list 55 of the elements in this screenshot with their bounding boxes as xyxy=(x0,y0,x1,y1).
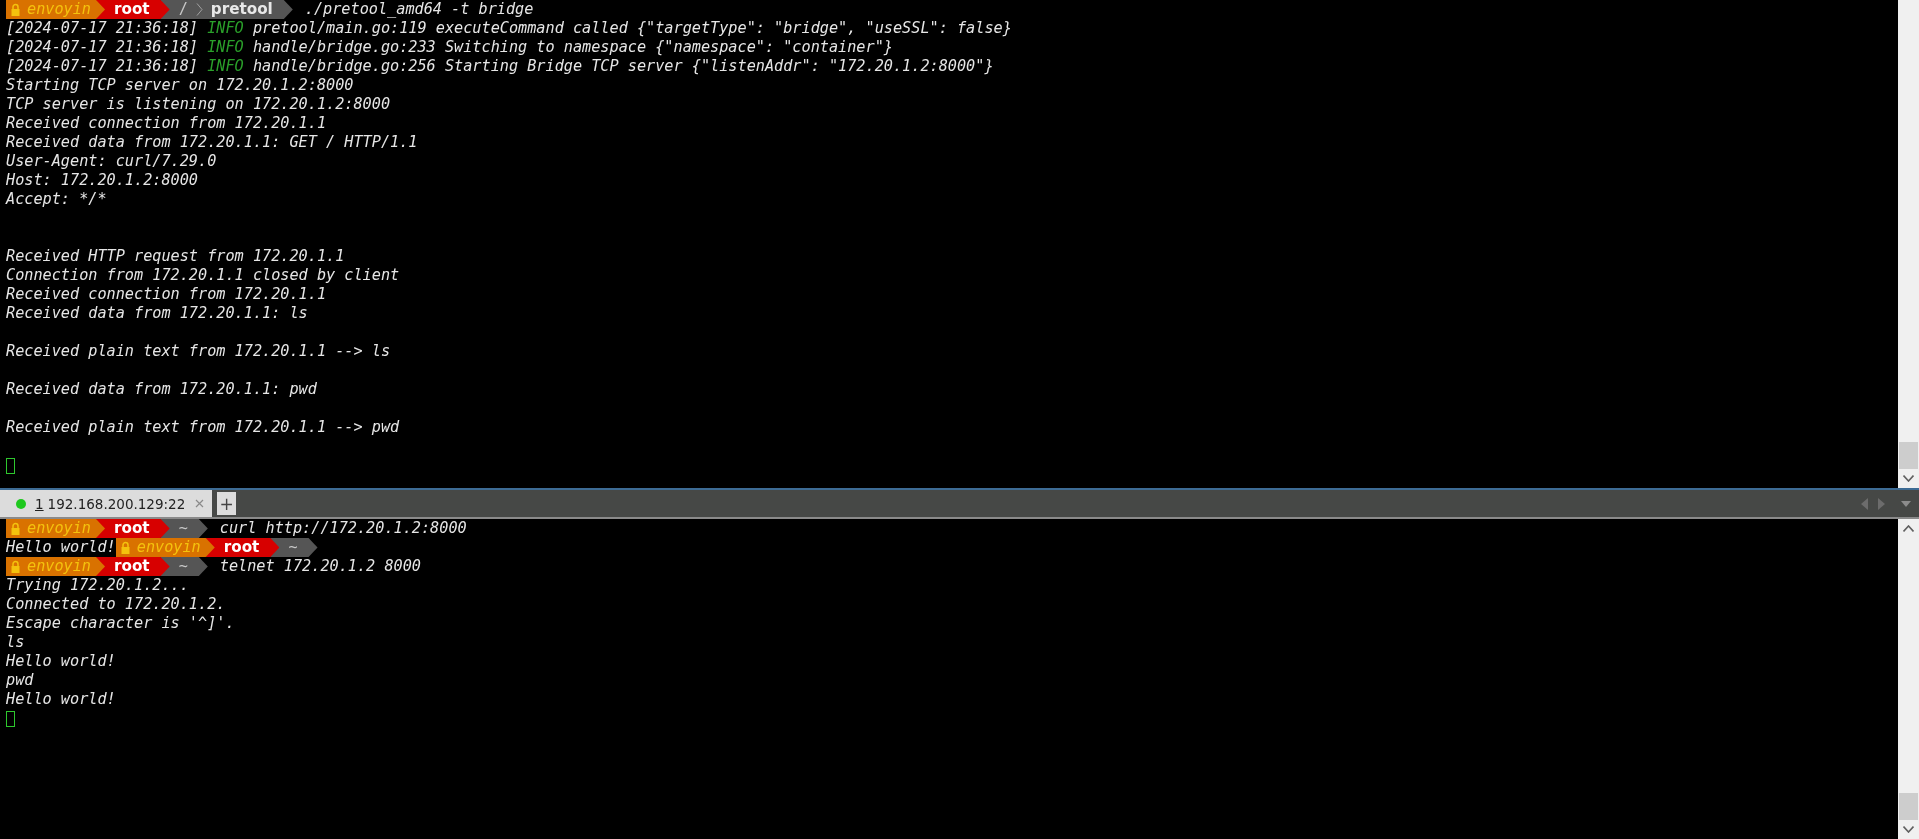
path-segment: / pretool xyxy=(160,0,293,19)
scroll-left-icon[interactable] xyxy=(1861,497,1868,510)
user-segment: envoyin xyxy=(115,538,215,557)
output-line: Received HTTP request from 172.20.1.1 xyxy=(6,247,345,266)
command-text: telnet 172.20.1.2 8000 xyxy=(219,557,421,576)
tab-label: 192.168.200.129:22 xyxy=(47,495,187,512)
output-line: Host: 172.20.1.2:8000 xyxy=(6,171,199,190)
lock-icon xyxy=(120,541,130,554)
output-line: Starting TCP server on 172.20.1.2:8000 xyxy=(6,76,354,95)
log-line: [2024-07-17 21:36:18] INFO pretool/main.go:119 executeCommand called {"targetType": "bridge", "useSSL": false} xyxy=(6,19,1012,38)
close-icon[interactable] xyxy=(195,499,204,508)
output-line: Received connection from 172.20.1.1 xyxy=(6,114,327,133)
command-text: curl http://172.20.1.2:8000 xyxy=(219,519,467,538)
output-line: Received data from 172.20.1.1: GET / HTTP/1.1 xyxy=(6,133,418,152)
output-line: User-Agent: curl/7.29.0 xyxy=(6,152,217,171)
output-line: Received plain text from 172.20.1.1 --> pwd xyxy=(6,418,400,437)
tab-number: 1 xyxy=(35,495,44,512)
session-tab[interactable]: 1 192.168.200.129:22 xyxy=(0,490,212,517)
scroll-thumb[interactable] xyxy=(1899,442,1918,469)
output-line: Escape character is '^]'. xyxy=(6,614,235,633)
output-line: Connected to 172.20.1.2. xyxy=(6,595,226,614)
lock-icon xyxy=(11,3,20,16)
scroll-right-icon[interactable] xyxy=(1878,497,1885,510)
cursor xyxy=(6,710,15,727)
log-line: [2024-07-17 21:36:18] INFO handle/bridge.go:233 Switching to namespace {"namespace": "container"} xyxy=(6,38,893,57)
output-line: Hello world! xyxy=(6,652,116,671)
output-line: Received connection from 172.20.1.1 xyxy=(6,285,327,304)
scroll-down-icon[interactable] xyxy=(1903,826,1914,833)
command-text: ./pretool_amd64 -t bridge xyxy=(304,0,534,19)
scroll-down-icon[interactable] xyxy=(1903,475,1914,482)
scrollbar[interactable] xyxy=(1898,0,1919,488)
scroll-up-icon[interactable] xyxy=(1903,525,1914,532)
dropdown-icon[interactable] xyxy=(1901,500,1911,507)
output-line: Received plain text from 172.20.1.1 --> ls xyxy=(6,342,391,361)
user-segment: envoyin xyxy=(6,519,105,538)
output-line: Received data from 172.20.1.1: pwd xyxy=(6,380,317,399)
user-segment: envoyin xyxy=(6,0,105,19)
output-text: Hello world! xyxy=(6,538,116,557)
cursor xyxy=(6,457,15,474)
chevron-icon xyxy=(195,3,203,16)
output-line: Accept: */* xyxy=(6,190,107,209)
output-line: pwd xyxy=(6,671,34,690)
user-segment: envoyin xyxy=(6,557,105,576)
scroll-thumb[interactable] xyxy=(1899,793,1918,820)
output-line: Received data from 172.20.1.1: ls xyxy=(6,304,308,323)
output-line: ls xyxy=(6,633,25,652)
output-line: Trying 172.20.1.2... xyxy=(6,576,189,595)
lock-icon xyxy=(11,522,20,535)
scrollbar[interactable] xyxy=(1898,519,1919,839)
output-line: TCP server is listening on 172.20.1.2:8000 xyxy=(6,95,391,114)
new-tab-button[interactable]: + xyxy=(217,492,236,515)
lock-icon xyxy=(11,560,20,573)
log-line: [2024-07-17 21:36:18] INFO handle/bridge.go:256 Starting Bridge TCP server {"listenAddr": "172.20.1.2:8000"} xyxy=(6,57,994,76)
output-line: Hello world! xyxy=(6,690,116,709)
output-line: Connection from 172.20.1.1 closed by client xyxy=(6,266,400,285)
